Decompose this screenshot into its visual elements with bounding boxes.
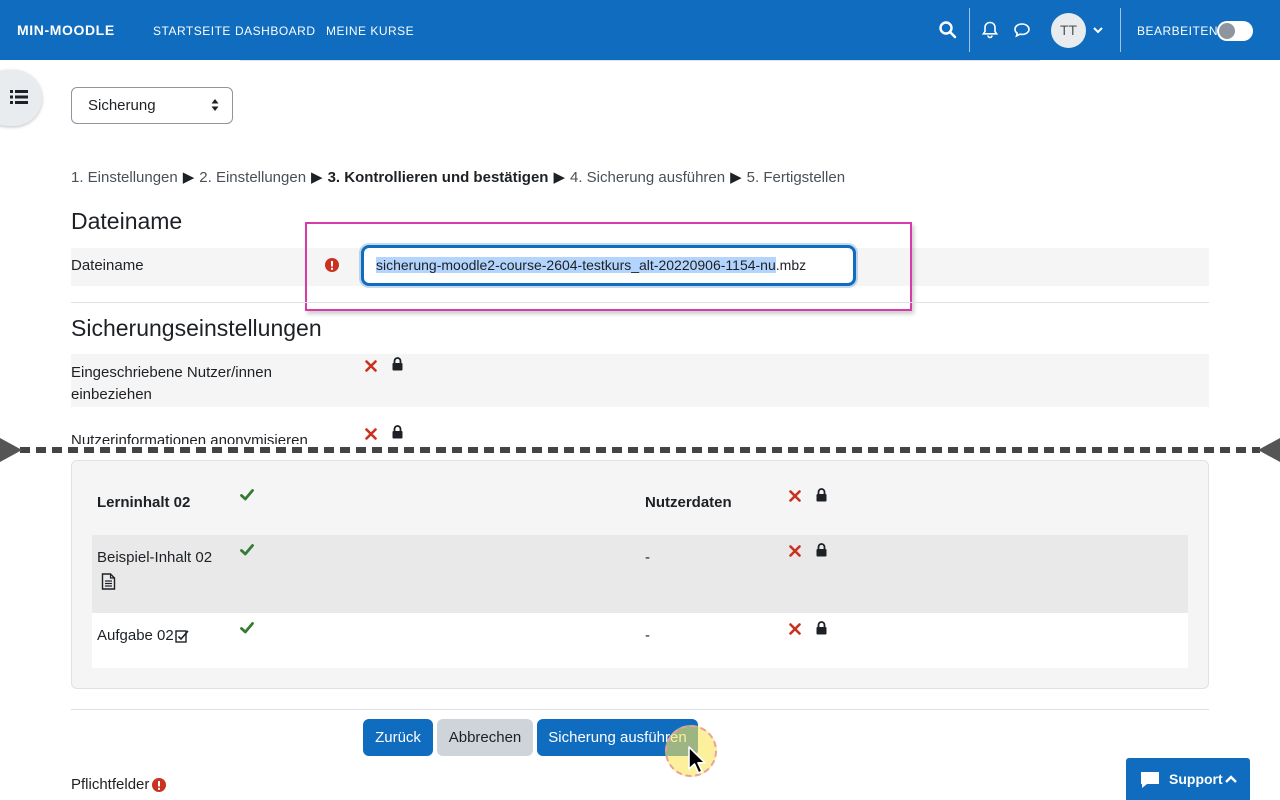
chevron-up-icon (1225, 775, 1237, 783)
mouse-cursor-icon (688, 746, 706, 774)
support-button[interactable]: Support (1126, 758, 1250, 800)
userdata-value: - (645, 627, 650, 644)
filename-heading: Dateiname (71, 208, 183, 234)
back-button[interactable]: Zurück (363, 719, 433, 756)
backup-steps-breadcrumb: 1. Einstellungen ▶ 2. Einstellungen ▶ 3. Kon… (71, 168, 845, 186)
search-icon[interactable] (938, 20, 958, 40)
userdata-value: - (645, 549, 650, 566)
section-name: Lerninhalt 02 (97, 494, 191, 511)
lock-icon (816, 621, 827, 635)
divider (71, 709, 1209, 710)
backup-settings-heading: Sicherungseinstellungen (71, 315, 322, 341)
bell-icon[interactable] (980, 20, 1000, 40)
nav-separator (1120, 8, 1121, 52)
check-icon (240, 622, 254, 634)
lock-icon (816, 488, 827, 502)
avatar[interactable]: TT (1051, 13, 1086, 48)
select-value: Sicherung (88, 97, 156, 114)
highlight-frame (305, 222, 912, 311)
support-label: Support (1169, 771, 1223, 787)
table-row (92, 535, 1188, 613)
activity-name: Beispiel-Inhalt 02 (97, 549, 213, 566)
table-row (92, 613, 1188, 668)
page-icon (101, 573, 116, 590)
sort-caret-icon (211, 99, 219, 111)
step-arrow: ▶ (553, 169, 565, 186)
cross-icon (365, 360, 377, 372)
lock-icon (392, 357, 403, 371)
include-users-label: Eingeschriebene Nutzer/innen einbeziehen (71, 364, 272, 403)
nav-separator (969, 8, 970, 52)
cancel-button[interactable]: Abbrechen (437, 719, 533, 756)
divider (240, 60, 1040, 61)
assignment-icon (175, 630, 189, 643)
step-2: 2. Einstellungen (199, 169, 307, 186)
site-brand[interactable]: MIN-MOODLE (17, 22, 115, 38)
required-fields-note: Pflichtfelder (71, 776, 149, 793)
step-3-current: 3. Kontrollieren und bestätigen (327, 169, 549, 186)
check-icon (240, 544, 254, 556)
required-fields-label: Pflichtfelder (71, 776, 150, 793)
backup-mode-select[interactable]: Sicherung (71, 87, 233, 124)
chat-bubble-icon (1141, 772, 1159, 788)
required-error-icon (152, 778, 166, 792)
nav-link-dashboard[interactable]: DASHBOARD (235, 24, 316, 38)
check-icon (240, 489, 254, 501)
lock-icon (816, 543, 827, 557)
step-1: 1. Einstellungen (71, 169, 178, 186)
activity-name: Aufgabe 02 (97, 627, 174, 644)
step-arrow: ▶ (311, 169, 323, 186)
course-index-toggle[interactable] (0, 70, 42, 126)
cross-icon (789, 545, 801, 557)
step-arrow: ▶ (730, 169, 742, 186)
step-5: 5. Fertigstellen (746, 169, 846, 186)
userdata-header: Nutzerdaten (645, 494, 732, 511)
divider (71, 302, 1209, 303)
edit-mode-label: BEARBEITEN (1137, 24, 1219, 38)
nav-link-startseite[interactable]: STARTSEITE (153, 24, 231, 38)
navbar: MIN-MOODLE STARTSEITE DASHBOARD MEINE KU… (0, 0, 1280, 60)
edit-mode-toggle[interactable] (1217, 21, 1253, 41)
cross-icon (789, 623, 801, 635)
list-icon (10, 90, 28, 104)
message-icon[interactable] (1012, 20, 1032, 40)
nav-link-meine-kurse[interactable]: MEINE KURSE (326, 24, 414, 38)
cross-icon (789, 490, 801, 502)
step-arrow: ▶ (182, 169, 195, 186)
chevron-down-icon[interactable] (1092, 22, 1104, 38)
lock-icon (392, 425, 403, 439)
filename-label: Dateiname (71, 257, 144, 274)
step-4: 4. Sicherung ausführen (570, 169, 726, 186)
screenshot-cut-separator (0, 438, 1280, 462)
